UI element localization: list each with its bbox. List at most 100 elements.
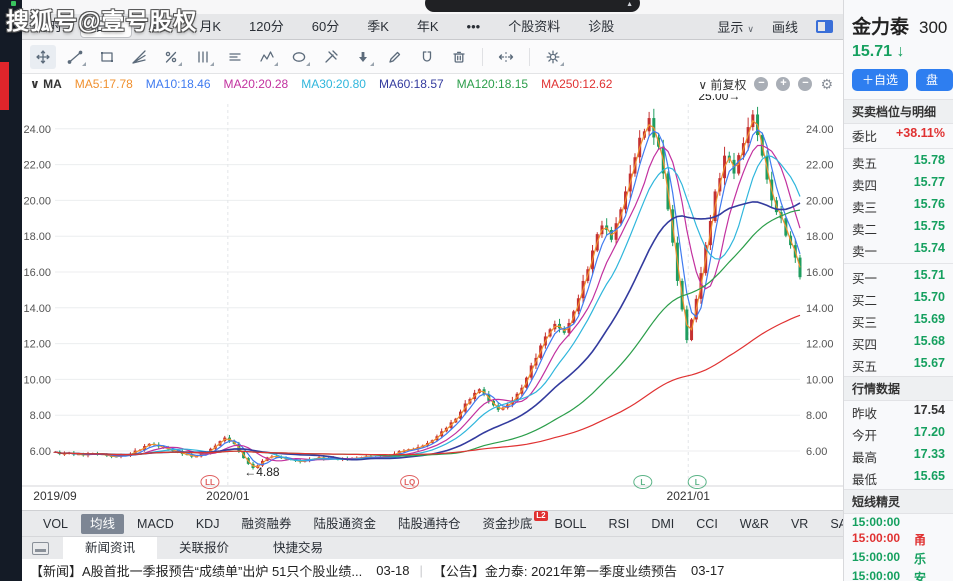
gann-fan-icon[interactable] bbox=[126, 45, 152, 69]
window-restore-icon[interactable] bbox=[32, 542, 49, 555]
tab-个股资料[interactable]: 个股资料 bbox=[494, 14, 574, 40]
ma-legend-toggle[interactable]: ∨ MA bbox=[30, 77, 62, 91]
magnet-icon[interactable] bbox=[414, 45, 440, 69]
zoom-in-circle-icon[interactable]: + bbox=[776, 77, 790, 91]
vertical-lines-icon[interactable] bbox=[190, 45, 216, 69]
pitchfork-icon[interactable] bbox=[318, 45, 344, 69]
market-data-title: 行情数据 bbox=[844, 376, 953, 401]
show-menu[interactable]: 显示∨ bbox=[717, 17, 754, 36]
arrow-down-icon[interactable] bbox=[350, 45, 376, 69]
indicator-tab-融资融券[interactable]: 融资融券 bbox=[232, 514, 300, 534]
svg-text:2019/09: 2019/09 bbox=[33, 489, 77, 503]
rectangle-icon[interactable] bbox=[94, 45, 120, 69]
draw-lines-button[interactable]: 画线 bbox=[772, 17, 798, 36]
weibi-value: +38.11% bbox=[896, 126, 945, 145]
indicator-tab-资金抄底[interactable]: 资金抄底L2 bbox=[474, 514, 542, 534]
watermark: 搜狐号@壹号股权 bbox=[6, 2, 197, 36]
sidebar-red-badge bbox=[0, 62, 9, 110]
indicator-tab-VR[interactable]: VR bbox=[782, 514, 817, 534]
tape-row[interactable]: 15:00:00 安 bbox=[844, 568, 953, 581]
horizontal-lines-icon[interactable] bbox=[222, 45, 248, 69]
svg-text:20.00: 20.00 bbox=[806, 195, 834, 207]
market-value: 17.33 bbox=[914, 447, 945, 466]
indicator-tab-RSI[interactable]: RSI bbox=[600, 514, 639, 534]
svg-text:16.00: 16.00 bbox=[806, 267, 834, 279]
tape-time: 15:00:00 bbox=[852, 569, 900, 581]
svg-text:18.00: 18.00 bbox=[806, 231, 834, 243]
svg-text:16.00: 16.00 bbox=[23, 267, 51, 279]
indicator-tab-陆股通资金[interactable]: 陆股通资金 bbox=[304, 514, 385, 534]
caret-up-icon: ▲ bbox=[626, 1, 633, 8]
move-icon[interactable] bbox=[30, 45, 56, 69]
bottom-tab-快捷交易[interactable]: 快捷交易 bbox=[251, 537, 345, 560]
news-item[interactable]: 【新闻】A股首批一季报预告“成绩单”出炉 51只个股业绩... bbox=[30, 561, 362, 580]
bid-row-price: 15.71 bbox=[914, 268, 945, 287]
news-ticker: 【新闻】A股首批一季报预告“成绩单”出炉 51只个股业绩...03-18|【公告… bbox=[22, 559, 843, 581]
left-sidebar bbox=[0, 0, 22, 581]
quote-panel: 金力泰300 15.71 ↓ ＋自选 盘 买卖档位与明细 委比 +38.11% … bbox=[843, 0, 953, 581]
svg-text:L: L bbox=[640, 478, 645, 487]
indicator-tab-DMI[interactable]: DMI bbox=[642, 514, 683, 534]
tab-120分[interactable]: 120分 bbox=[235, 14, 298, 40]
trash-icon[interactable] bbox=[446, 45, 472, 69]
indicator-tab-W&R[interactable]: W&R bbox=[731, 514, 778, 534]
tab-60分[interactable]: 60分 bbox=[298, 14, 353, 40]
zigzag-icon[interactable] bbox=[254, 45, 280, 69]
ask-row-label: 卖三 bbox=[852, 197, 877, 216]
indicator-tab-CCI[interactable]: CCI bbox=[687, 514, 727, 534]
ask-row-label: 卖五 bbox=[852, 153, 877, 172]
svg-text:25.00→: 25.00→ bbox=[698, 94, 740, 103]
tape-stock-name: 甬 bbox=[914, 531, 926, 548]
tape-stock-name: 乐 bbox=[914, 550, 926, 567]
bottom-tab-新闻资讯[interactable]: 新闻资讯 bbox=[63, 537, 157, 560]
tab-年K[interactable]: 年K bbox=[403, 14, 453, 40]
bid-row-price: 15.70 bbox=[914, 290, 945, 309]
news-item[interactable]: 【公告】金力泰: 2021年第一季度业绩预告 bbox=[433, 561, 677, 580]
adjust-mode-menu[interactable]: ∨ 前复权 bbox=[698, 76, 746, 93]
tab-季K[interactable]: 季K bbox=[353, 14, 403, 40]
pencil-icon[interactable] bbox=[382, 45, 408, 69]
collapse-circle-icon[interactable]: − bbox=[798, 77, 812, 91]
cut-off-button[interactable]: 盘 bbox=[916, 69, 953, 91]
indicator-tab-均线[interactable]: 均线 bbox=[81, 514, 124, 534]
add-watchlist-button[interactable]: ＋自选 bbox=[852, 69, 908, 91]
kline-chart[interactable]: 6.006.008.008.0010.0010.0012.0012.0014.0… bbox=[22, 94, 843, 510]
bid-row-label: 买五 bbox=[852, 356, 877, 375]
market-label: 最低 bbox=[852, 469, 877, 488]
ellipse-icon[interactable] bbox=[286, 45, 312, 69]
percent-lines-icon[interactable] bbox=[158, 45, 184, 69]
market-value: 15.65 bbox=[914, 469, 945, 488]
svg-text:8.00: 8.00 bbox=[30, 410, 51, 422]
trend-line-icon[interactable] bbox=[62, 45, 88, 69]
zoom-out-circle-icon[interactable]: − bbox=[754, 77, 768, 91]
svg-text:2020/01: 2020/01 bbox=[206, 489, 250, 503]
tape-row[interactable]: 15:00:00 bbox=[844, 514, 953, 530]
ticker-separator: | bbox=[420, 563, 423, 578]
indicator-tab-VOL[interactable]: VOL bbox=[34, 514, 77, 534]
expand-horizontal-icon[interactable] bbox=[493, 45, 519, 69]
news-date: 03-17 bbox=[691, 563, 724, 578]
svg-text:20.00: 20.00 bbox=[23, 195, 51, 207]
ma-legend-item: MA5:17.78 bbox=[75, 77, 133, 91]
market-data-row: 今开17.20 bbox=[844, 423, 953, 445]
chart-settings-gear-icon[interactable]: ⚙ bbox=[820, 77, 833, 91]
svg-text:2021/01: 2021/01 bbox=[667, 489, 711, 503]
last-price: 15.71 ↓ bbox=[844, 39, 953, 61]
svg-text:24.00: 24.00 bbox=[23, 124, 51, 136]
indicator-tab-BOLL[interactable]: BOLL bbox=[546, 514, 596, 534]
bid-row: 买五15.67 bbox=[844, 354, 953, 376]
tape-row[interactable]: 15:00:00乐 bbox=[844, 549, 953, 568]
indicator-tab-KDJ[interactable]: KDJ bbox=[187, 514, 229, 534]
panel-toggle-icon[interactable] bbox=[816, 20, 833, 33]
tape-row[interactable]: 15:00:00甬 bbox=[844, 530, 953, 549]
tape-stock-name: 安 bbox=[914, 569, 926, 581]
bid-row: 买三15.69 bbox=[844, 310, 953, 332]
indicator-tab-MACD[interactable]: MACD bbox=[128, 514, 183, 534]
ma-legend-item: MA120:18.15 bbox=[457, 77, 528, 91]
tab-诊股[interactable]: 诊股 bbox=[574, 14, 628, 40]
tab-•••[interactable]: ••• bbox=[453, 14, 495, 40]
settings-gear-icon[interactable] bbox=[540, 45, 566, 69]
bottom-tab-关联报价[interactable]: 关联报价 bbox=[157, 537, 251, 560]
svg-text:14.00: 14.00 bbox=[23, 303, 51, 315]
indicator-tab-陆股通持仓[interactable]: 陆股通持仓 bbox=[389, 514, 470, 534]
